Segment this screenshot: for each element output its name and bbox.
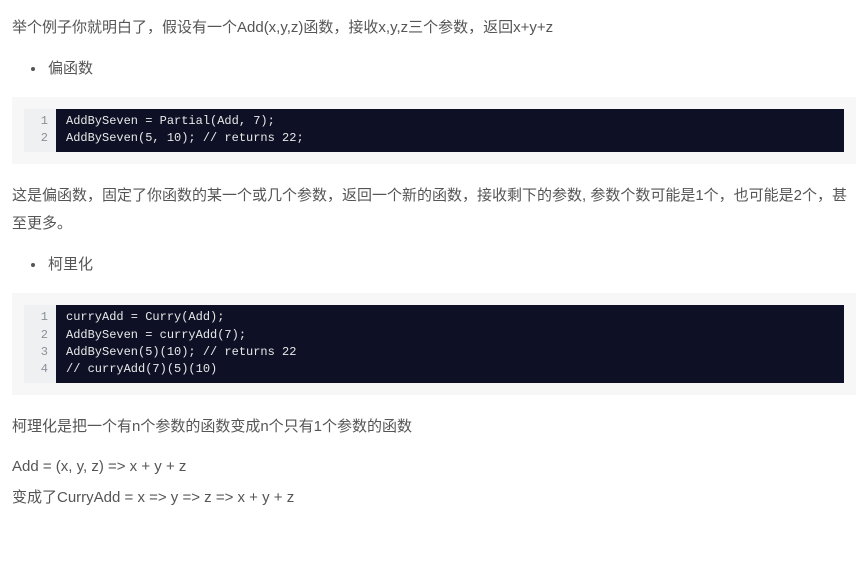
code-line: curryAdd = Curry(Add); xyxy=(66,309,834,326)
intro-paragraph: 举个例子你就明白了，假设有一个Add(x,y,z)函数，接收x,y,z三个参数，… xyxy=(12,14,856,43)
formula-curryadd: 变成了CurryAdd = x => y => z => x + y + z xyxy=(12,484,856,513)
code-block-curry: 1 2 3 4 curryAdd = Curry(Add);AddBySeven… xyxy=(12,293,856,395)
line-numbers: 1 2 xyxy=(24,109,56,152)
code-block-partial: 1 2 AddBySeven = Partial(Add, 7);AddBySe… xyxy=(12,97,856,164)
line-numbers: 1 2 3 4 xyxy=(24,305,56,383)
code-line: AddBySeven = curryAdd(7); xyxy=(66,327,834,344)
curry-explain-paragraph: 柯理化是把一个有n个参数的函数变成n个只有1个参数的函数 xyxy=(12,413,856,442)
bullet-list-curry: 柯里化 xyxy=(46,251,856,280)
bullet-curry: 柯里化 xyxy=(46,251,856,280)
formula-add: Add = (x, y, z) => x + y + z xyxy=(12,453,856,482)
code-line: AddBySeven(5, 10); // returns 22; xyxy=(66,130,834,147)
code-body[interactable]: curryAdd = Curry(Add);AddBySeven = curry… xyxy=(56,305,844,383)
code-line: AddBySeven(5)(10); // returns 22 xyxy=(66,344,834,361)
code-body[interactable]: AddBySeven = Partial(Add, 7);AddBySeven(… xyxy=(56,109,844,152)
code-line: // curryAdd(7)(5)(10) xyxy=(66,361,834,378)
bullet-list-partial: 偏函数 xyxy=(46,55,856,84)
bullet-partial: 偏函数 xyxy=(46,55,856,84)
code-line: AddBySeven = Partial(Add, 7); xyxy=(66,113,834,130)
partial-explain-paragraph: 这是偏函数，固定了你函数的某一个或几个参数，返回一个新的函数，接收剩下的参数, … xyxy=(12,182,856,239)
